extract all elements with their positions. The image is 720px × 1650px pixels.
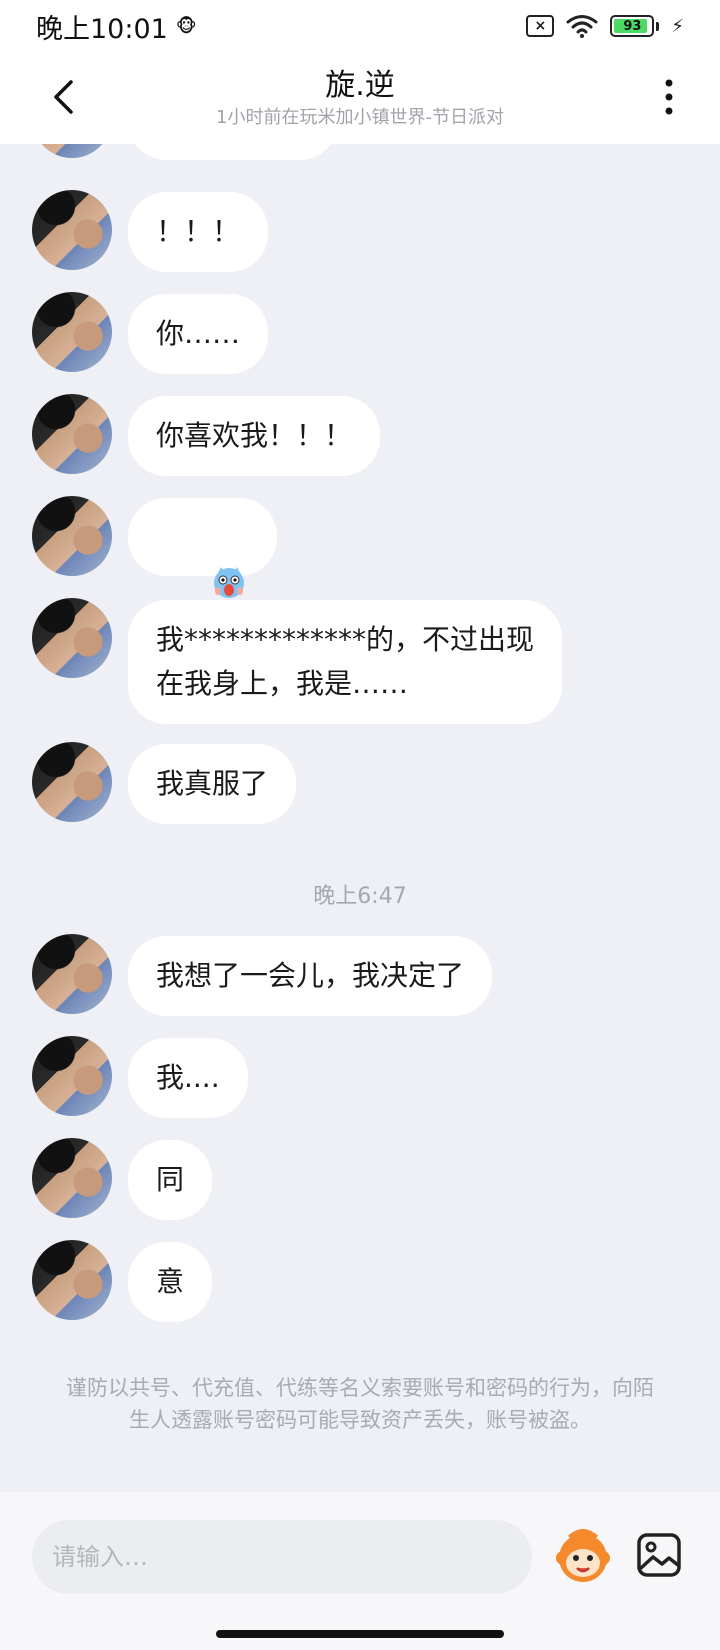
time-divider: 晚上6:47 (313, 884, 407, 909)
avatar[interactable] (32, 742, 112, 822)
monkey-sticker-icon (556, 1529, 610, 1582)
notification-app-icon: 🐵 (175, 15, 197, 37)
header-center: 旋.逆 1小时前在玩米加小镇世界-节日派对 (216, 66, 504, 130)
status-bar: 晚上10:01 🐵 × 93 ⚡ (0, 0, 720, 52)
avatar[interactable] (32, 394, 112, 474)
avatar[interactable] (32, 190, 112, 270)
status-right: × 93 ⚡ (526, 14, 684, 38)
avatar[interactable] (32, 144, 112, 158)
image-icon (637, 1533, 681, 1577)
avatar[interactable] (32, 598, 112, 678)
no-sim-icon: × (526, 15, 555, 37)
sticker-button[interactable] (552, 1524, 614, 1586)
status-left: 晚上10:01 🐵 (36, 7, 197, 46)
wifi-icon (566, 14, 598, 38)
back-button[interactable] (40, 72, 86, 122)
image-button[interactable] (636, 1532, 682, 1578)
avatar[interactable] (32, 1036, 112, 1116)
chat-header: 旋.逆 1小时前在玩米加小镇世界-节日派对 (0, 52, 720, 144)
chat-area[interactable]: ！！！ 你…… 你喜欢我！！！ 我*************的，不过出现 在我身… (0, 144, 720, 1492)
more-options-button[interactable] (654, 72, 684, 122)
avatar[interactable] (32, 496, 112, 576)
message-bubble[interactable]: 我*************的，不过出现 在我身上，我是…… (128, 600, 563, 724)
message-bubble[interactable]: 你喜欢我！！！ (128, 396, 381, 476)
message-bubble[interactable]: 意 (128, 1242, 213, 1322)
charging-bolt-icon: ⚡ (671, 15, 684, 37)
avatar[interactable] (32, 1240, 112, 1320)
message-bubble[interactable]: 我.... (128, 1038, 248, 1118)
battery-text: 93 (623, 18, 642, 34)
message-bubble[interactable]: 同 (128, 1140, 213, 1220)
status-time: 晚上10:01 (36, 13, 168, 45)
message-bubble-partial[interactable] (128, 144, 338, 160)
more-vertical-icon (665, 79, 673, 115)
contact-status: 1小时前在玩米加小镇世界-节日派对 (216, 107, 504, 128)
battery-tip (656, 21, 660, 31)
chevron-left-icon (54, 80, 73, 114)
security-warning: 谨防以共号、代充值、代练等名义索要账号和密码的行为，向陌生人透露账号密码可能导致… (66, 1376, 654, 1432)
input-bar (0, 1492, 720, 1650)
sticker-bubble[interactable] (128, 498, 278, 598)
avatar[interactable] (32, 1138, 112, 1218)
message-bubble[interactable]: 你…… (128, 294, 269, 374)
avatar[interactable] (32, 934, 112, 1014)
home-indicator[interactable] (216, 1630, 504, 1638)
avatar[interactable] (32, 292, 112, 372)
message-input[interactable] (32, 1520, 532, 1594)
message-bubble[interactable]: 我真服了 (128, 744, 297, 824)
message-bubble[interactable]: 我想了一会儿，我决定了 (128, 936, 493, 1016)
battery-icon: 93 (610, 15, 655, 37)
message-bubble[interactable]: ！！！ (128, 192, 269, 272)
surprised-face-sticker-icon (214, 567, 245, 598)
contact-name: 旋.逆 (325, 68, 395, 103)
